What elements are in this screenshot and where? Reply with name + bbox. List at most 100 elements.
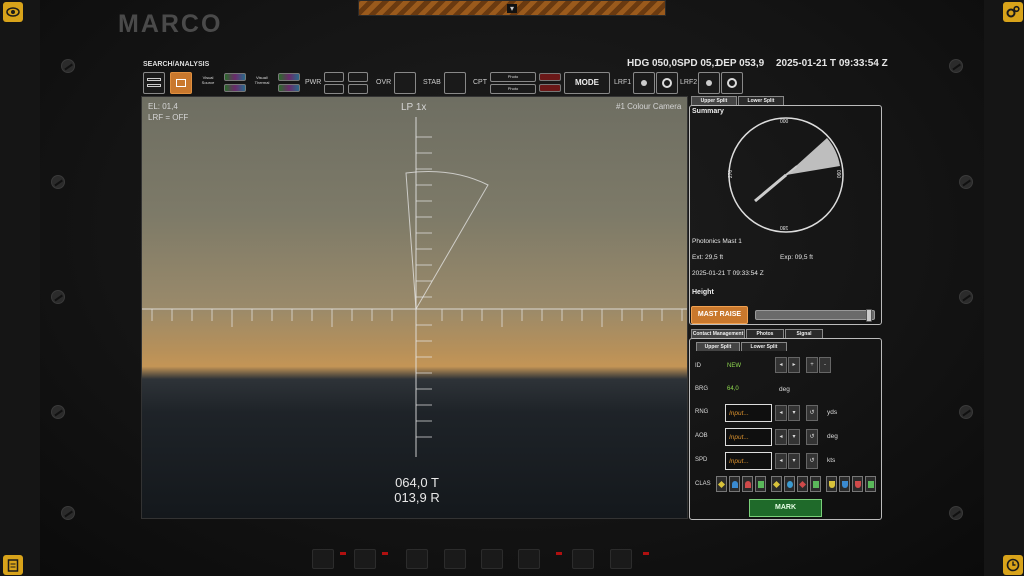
class-sub-icon[interactable] (729, 476, 740, 492)
camera-source: #1 Colour Camera (616, 102, 682, 111)
eye-icon[interactable] (3, 2, 23, 22)
gears-icon[interactable] (1003, 2, 1023, 22)
tab-contact-management[interactable]: Contact Management (691, 329, 745, 338)
ovr-button[interactable] (394, 72, 416, 94)
id-add-button[interactable]: + (806, 357, 818, 373)
photo-button[interactable]: Photo (490, 84, 536, 94)
screw (959, 175, 973, 189)
speed-readout: SPD 05,1 (677, 58, 720, 69)
stab-button[interactable] (444, 72, 466, 94)
spd-unit: kts (827, 457, 836, 464)
screw (959, 290, 973, 304)
pwr-label: PWR (305, 79, 322, 86)
aob-decrement-button[interactable]: ◂ (775, 429, 787, 445)
id-next-button[interactable]: ▸ (788, 357, 800, 373)
aob-label: AOB (695, 433, 708, 439)
hardware-button[interactable] (572, 549, 594, 569)
clipboard-icon[interactable] (3, 555, 23, 575)
hardware-button[interactable] (312, 549, 334, 569)
rng-increment-button[interactable]: ▾ (788, 405, 800, 421)
lrf2-off-button[interactable] (698, 72, 720, 94)
lrf1-label: LRF1 (614, 79, 632, 86)
relative-bearing: 013,9 R (394, 490, 440, 505)
spd-decrement-button[interactable]: ◂ (775, 453, 787, 469)
class-hostile-icon[interactable] (742, 476, 753, 492)
compass-090: 090 (835, 169, 842, 179)
photo-indicator (539, 84, 561, 92)
hardware-button[interactable] (610, 549, 632, 569)
subtab-upper-split[interactable]: Upper Split (696, 342, 740, 351)
rng-input[interactable]: Input... (725, 404, 772, 422)
screw (949, 506, 963, 520)
compass-180: 180 (780, 224, 789, 230)
hardware-button[interactable] (444, 549, 466, 569)
ovr-label: OVR (376, 79, 392, 86)
tab-upper-split[interactable]: Upper Split (691, 96, 737, 105)
lrf2-label: LRF2 (680, 79, 698, 86)
pwr-toggle-button[interactable] (324, 84, 344, 94)
spd-input[interactable]: Input... (725, 452, 772, 470)
tab-signal[interactable]: Signal (785, 329, 823, 338)
brg-value: 64,0 (727, 386, 739, 392)
left-bezel (0, 0, 40, 576)
top-drawer-tab[interactable]: ▾ (358, 0, 666, 16)
tab-photos[interactable]: Photos (746, 329, 784, 338)
compass-000: 000 (780, 119, 789, 125)
screw (61, 59, 75, 73)
hardware-led (382, 552, 388, 555)
class-air-neutral-icon[interactable] (839, 476, 850, 492)
screw (51, 405, 65, 419)
class-air-hostile-icon[interactable] (852, 476, 863, 492)
layout-single-button[interactable] (143, 72, 165, 94)
class-surface-neutral-icon[interactable] (784, 476, 795, 492)
photo-indicator (539, 73, 561, 81)
spd-reset-icon[interactable]: ↺ (806, 453, 818, 469)
lrf2-on-button[interactable] (721, 72, 743, 94)
class-air-unknown-icon[interactable] (826, 476, 837, 492)
pwr-toggle-button[interactable] (348, 84, 368, 94)
lrf-status: LRF = OFF (148, 113, 189, 122)
class-air-friendly-icon[interactable] (865, 476, 876, 492)
summary-title: Summary (692, 108, 724, 115)
lrf1-off-button[interactable] (633, 72, 655, 94)
pwr-toggle-button[interactable] (324, 72, 344, 82)
aob-reset-icon[interactable]: ↺ (806, 429, 818, 445)
rng-reset-icon[interactable]: ↺ (806, 405, 818, 421)
tab-lower-split[interactable]: Lower Split (738, 96, 784, 105)
heading-readout: HDG 050,0 (627, 58, 678, 69)
class-surface-unknown-icon[interactable] (771, 476, 782, 492)
id-remove-button[interactable]: - (819, 357, 831, 373)
camera-overlay (142, 117, 687, 457)
photo-button[interactable]: Photo (490, 72, 536, 82)
screw (959, 405, 973, 419)
hardware-button[interactable] (354, 549, 376, 569)
layout-split-button[interactable] (170, 72, 192, 94)
class-surface-hostile-icon[interactable] (797, 476, 808, 492)
lrf1-on-button[interactable] (656, 72, 678, 94)
class-unknown-icon[interactable] (716, 476, 727, 492)
screw (61, 506, 75, 520)
id-prev-button[interactable]: ◂ (775, 357, 787, 373)
app-logo: MARCO (118, 10, 223, 38)
subtab-lower-split[interactable]: Lower Split (741, 342, 787, 351)
height-slider[interactable] (755, 309, 875, 322)
rng-decrement-button[interactable]: ◂ (775, 405, 787, 421)
mast-raise-button[interactable]: MAST RAISE (691, 306, 748, 324)
summary-datetime: 2025-01-21 T 09:33:54 Z (692, 270, 764, 277)
camera-view[interactable]: EL: 01,4 LRF = OFF LP 1x #1 Colour Camer… (141, 96, 688, 519)
hardware-button[interactable] (406, 549, 428, 569)
hardware-button[interactable] (481, 549, 503, 569)
class-friendly-icon[interactable] (755, 476, 766, 492)
hardware-button[interactable] (518, 549, 540, 569)
height-slider-handle[interactable] (866, 309, 872, 322)
mode-button[interactable]: MODE (564, 72, 610, 94)
spd-increment-button[interactable]: ▾ (788, 453, 800, 469)
aob-increment-button[interactable]: ▾ (788, 429, 800, 445)
depth-readout: DEP 053,9 (716, 58, 765, 69)
datetime-readout: 2025-01-21 T 09:33:54 Z (776, 58, 888, 69)
class-surface-friendly-icon[interactable] (810, 476, 821, 492)
aob-input[interactable]: Input... (725, 428, 772, 446)
pwr-toggle-button[interactable] (348, 72, 368, 82)
mark-button[interactable]: MARK (749, 499, 822, 517)
clock-icon[interactable] (1003, 555, 1023, 575)
